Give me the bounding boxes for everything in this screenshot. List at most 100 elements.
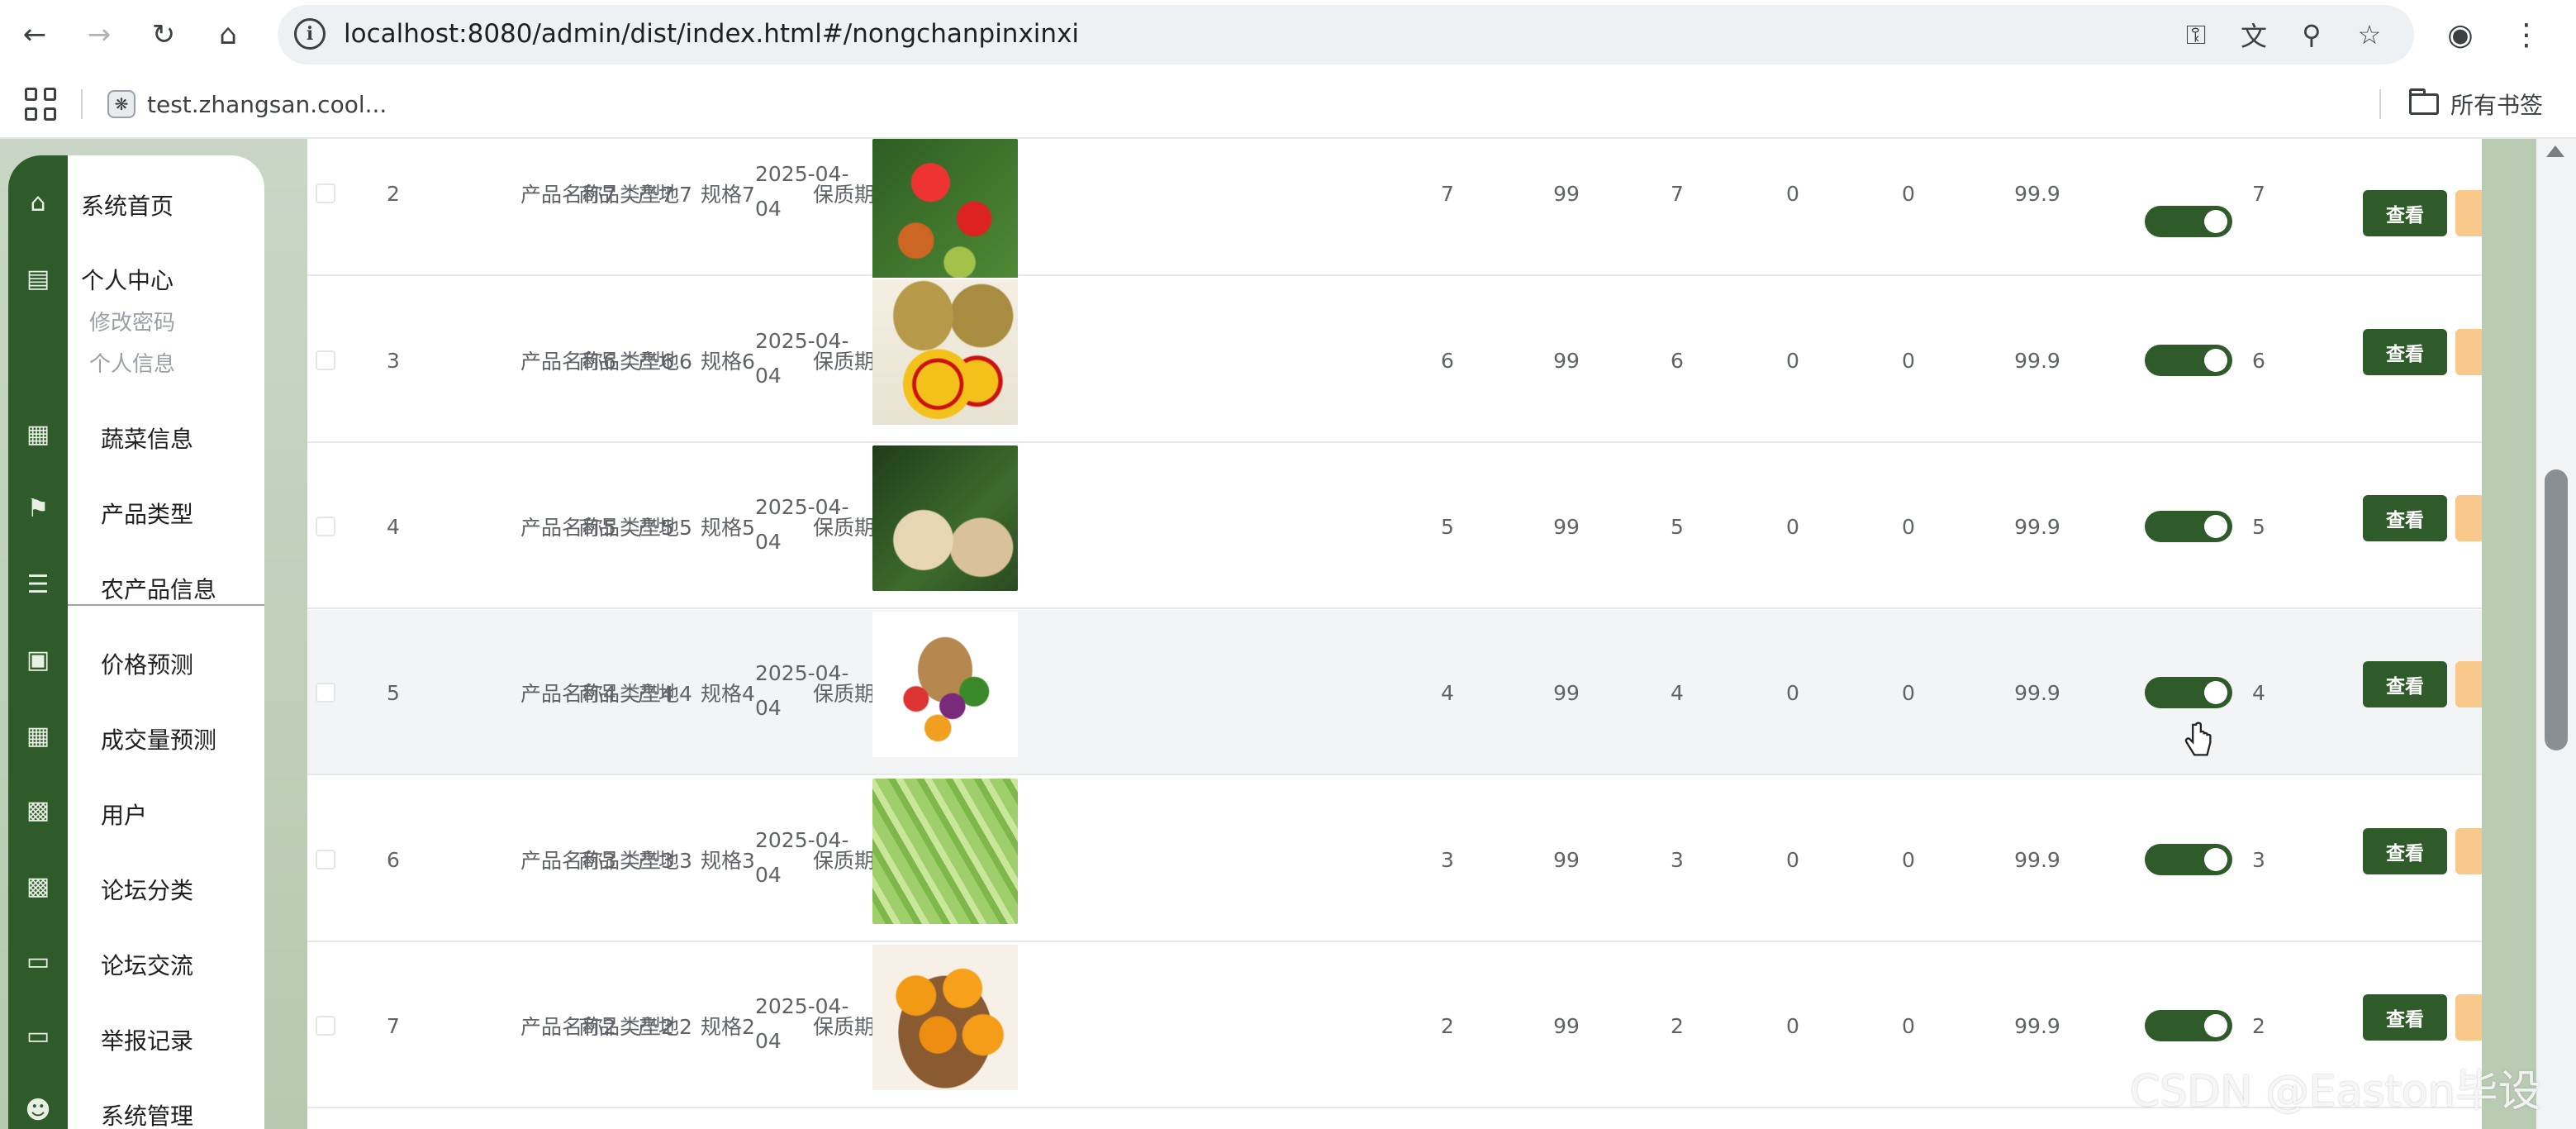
status-toggle[interactable] <box>2145 844 2232 875</box>
count-cell: 2 <box>1441 1013 1454 1038</box>
count-cell: 99 <box>1553 847 1580 872</box>
status-toggle[interactable] <box>2145 511 2232 542</box>
view-button[interactable]: 查看 <box>2363 994 2447 1041</box>
active-divider <box>68 604 264 606</box>
count-cell: 5 <box>1441 514 1454 539</box>
sidebar-item-agri-products[interactable]: 农产品信息 <box>101 572 216 605</box>
price-cell: 99.9 <box>2014 181 2060 206</box>
translate-icon[interactable]: 文 <box>2236 17 2272 53</box>
all-bookmarks-button[interactable]: 所有书签 <box>2408 86 2543 122</box>
sidebar-item-product-types[interactable]: 产品类型 <box>101 497 193 530</box>
table-row[interactable]: 2 产品名称7 商品类型7 产地7 规格7 2025-04-04 保质期7 7 99 7 0 0 99.… <box>307 139 2482 284</box>
table-row[interactable]: 4 产品名称5 商品类型5 产地5 规格5 2025-04-04 保质期5 5 99 5 0 0 99.… <box>307 444 2482 609</box>
count-cell: 4 <box>1671 680 1684 705</box>
briefcase-icon[interactable]: ▣ <box>8 633 68 686</box>
count-cell: 0 <box>1786 1013 1799 1038</box>
site-info-icon[interactable]: i <box>294 18 326 50</box>
monitor-icon[interactable]: ▭ <box>8 935 68 988</box>
product-image[interactable] <box>872 779 1018 924</box>
origin-cell: 产地3 <box>638 849 692 873</box>
product-image[interactable] <box>872 945 1018 1090</box>
edit-button[interactable] <box>2455 994 2482 1041</box>
sidebar-item-system-admin[interactable]: 系统管理 <box>101 1098 193 1129</box>
address-bar[interactable]: i localhost:8080/admin/dist/index.html#/… <box>278 5 2414 64</box>
product-image[interactable] <box>872 612 1018 757</box>
zoom-icon[interactable]: ⚲ <box>2293 17 2330 53</box>
edit-button[interactable] <box>2455 190 2482 236</box>
all-bookmarks-label: 所有书签 <box>2450 92 2543 119</box>
scroll-up-arrow-icon[interactable] <box>2546 145 2564 157</box>
status-toggle[interactable] <box>2145 677 2232 708</box>
edit-button[interactable] <box>2455 495 2482 541</box>
price-cell: 99.9 <box>2014 514 2060 539</box>
list-icon[interactable]: ☰ <box>8 558 68 611</box>
password-key-icon[interactable]: ⚿ <box>2178 17 2214 53</box>
row-index: 5 <box>387 680 400 705</box>
sidebar-item-home[interactable]: 系统首页 <box>81 188 173 222</box>
flag-icon[interactable]: ⚑ <box>8 482 68 535</box>
row-index: 7 <box>387 1013 400 1038</box>
count-cell: 7 <box>1671 181 1684 206</box>
sidebar-item-forum[interactable]: 论坛交流 <box>101 948 193 981</box>
view-button[interactable]: 查看 <box>2363 828 2447 874</box>
price-cell: 99.9 <box>2014 847 2060 872</box>
menu-dots-icon[interactable]: ⋮ <box>2507 15 2546 55</box>
row-checkbox[interactable] <box>316 683 335 703</box>
home-icon[interactable]: ⌂ <box>8 176 68 229</box>
forward-arrow-icon[interactable]: → <box>79 15 119 55</box>
status-toggle[interactable] <box>2145 206 2232 237</box>
row-checkbox[interactable] <box>316 183 335 203</box>
grid-icon[interactable]: ▦ <box>8 407 68 460</box>
home-icon[interactable]: ⌂ <box>208 15 248 55</box>
status-toggle[interactable] <box>2145 1010 2232 1041</box>
clipboard-icon[interactable]: ▩ <box>8 784 68 836</box>
grid-icon[interactable]: ▦ <box>8 709 68 762</box>
table-row[interactable]: 5 产品名称4 商品类型4 产地4 规格4 2025-04-04 保质期4 4 99 4 0 0 99.… <box>307 610 2482 775</box>
back-arrow-icon[interactable]: ← <box>15 15 55 55</box>
row-checkbox[interactable] <box>316 1016 335 1036</box>
view-button[interactable]: 查看 <box>2363 190 2447 236</box>
apps-grid-icon[interactable] <box>25 88 58 121</box>
view-button[interactable]: 查看 <box>2363 329 2447 375</box>
user-icon[interactable]: ☻ <box>8 1084 68 1129</box>
sidebar-item-users[interactable]: 用户 <box>101 798 147 831</box>
row-checkbox[interactable] <box>316 350 335 370</box>
edit-button[interactable] <box>2455 828 2482 874</box>
page-scrollbar[interactable] <box>2536 139 2576 1129</box>
product-image[interactable] <box>872 279 1018 425</box>
sidebar-item-forum-categories[interactable]: 论坛分类 <box>101 873 193 906</box>
reload-icon[interactable]: ↻ <box>144 15 183 55</box>
spec-cell: 规格2 <box>701 1015 755 1039</box>
address-url[interactable]: localhost:8080/admin/dist/index.html#/no… <box>344 19 1079 49</box>
count-cell: 0 <box>1902 181 1915 206</box>
card-icon[interactable]: ▤ <box>8 252 68 305</box>
edit-button[interactable] <box>2455 329 2482 375</box>
table-row[interactable]: 3 产品名称6 商品类型6 产地6 规格6 2025-04-04 保质期6 6 99 6 0 0 99.… <box>307 278 2482 443</box>
sidebar-subitem-change-password[interactable]: 修改密码 <box>89 306 175 336</box>
status-toggle[interactable] <box>2145 345 2232 376</box>
browser-toolbar: ← → ↻ ⌂ i localhost:8080/admin/dist/inde… <box>0 0 2576 69</box>
view-button[interactable]: 查看 <box>2363 661 2447 707</box>
table-row[interactable]: 6 产品名称3 商品类型3 产地3 规格3 2025-04-04 保质期3 3 99 3 0 0 99.… <box>307 777 2482 942</box>
scroll-thumb[interactable] <box>2545 469 2568 750</box>
product-image[interactable] <box>872 445 1018 591</box>
sidebar-item-personal-center[interactable]: 个人中心 <box>81 263 173 296</box>
count-cell: 2 <box>1671 1013 1684 1038</box>
watermark: CSDN @Easton毕设 <box>2130 1067 2541 1117</box>
sidebar-item-volume-forecast[interactable]: 成交量预测 <box>101 722 216 755</box>
profile-icon[interactable]: ◉ <box>2441 15 2480 55</box>
product-image[interactable] <box>872 139 1018 284</box>
bookmark-item[interactable]: ❋ test.zhangsan.cool... <box>107 86 387 122</box>
monitor-icon[interactable]: ▭ <box>8 1009 68 1062</box>
sidebar-subitem-personal-info[interactable]: 个人信息 <box>89 347 175 378</box>
sidebar-menu: 系统首页 个人中心 修改密码 个人信息 蔬菜信息 产品类型 农产品信息 价格预测… <box>68 155 264 1129</box>
sidebar-item-reports[interactable]: 举报记录 <box>101 1023 193 1056</box>
view-button[interactable]: 查看 <box>2363 495 2447 541</box>
edit-button[interactable] <box>2455 661 2482 707</box>
bookmark-star-icon[interactable]: ☆ <box>2351 17 2388 53</box>
row-checkbox[interactable] <box>316 517 335 536</box>
sidebar-item-vegetables[interactable]: 蔬菜信息 <box>101 422 193 455</box>
sidebar-item-price-forecast[interactable]: 价格预测 <box>101 647 193 680</box>
clipboard-icon[interactable]: ▩ <box>8 860 68 912</box>
row-checkbox[interactable] <box>316 850 335 869</box>
